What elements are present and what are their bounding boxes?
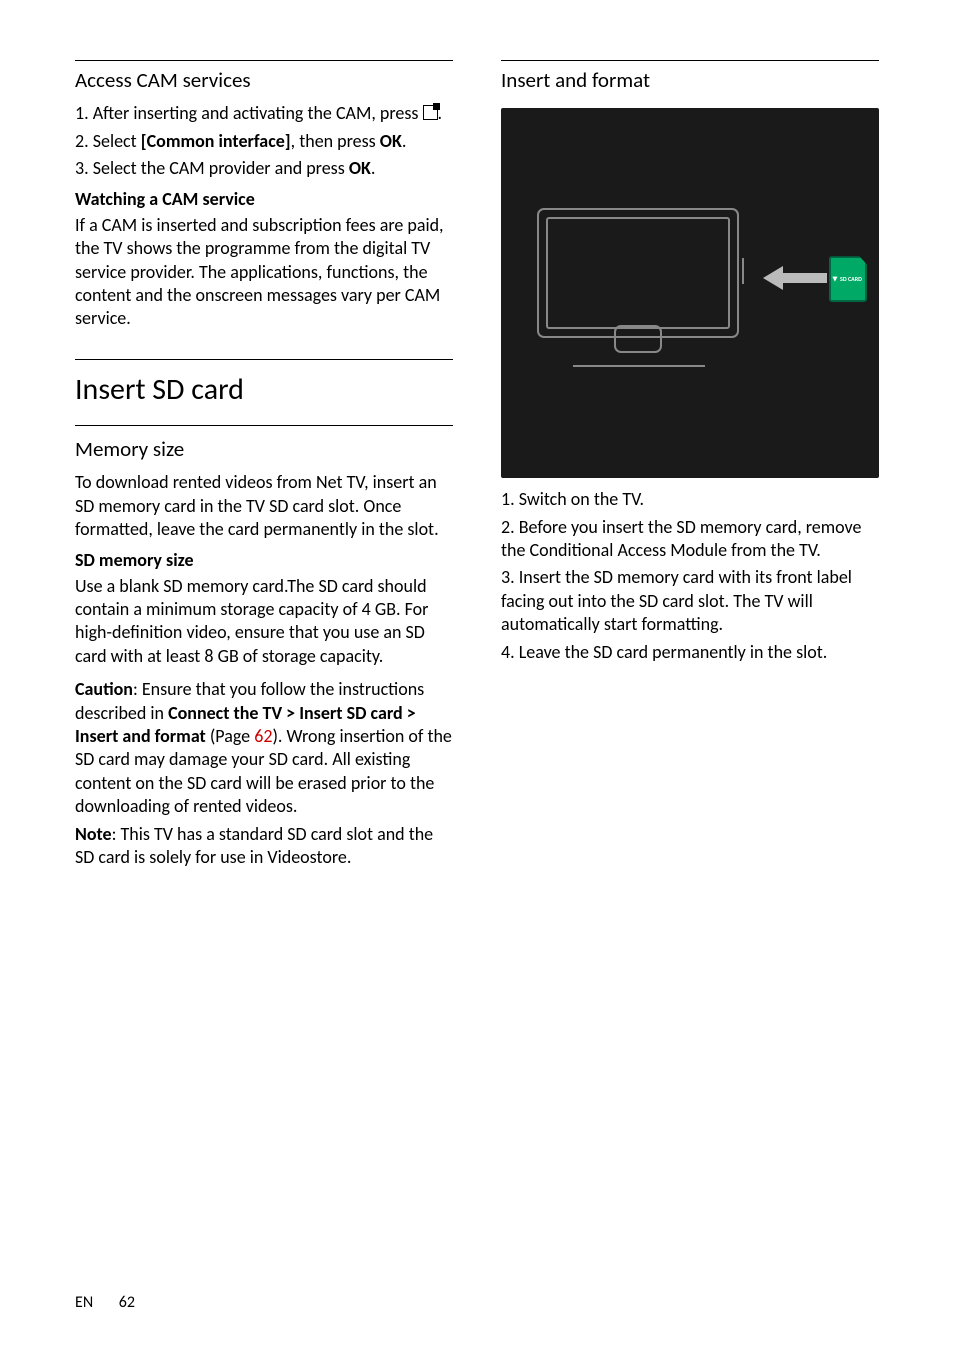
two-column-layout: Access CAM services 1. After inserting a… — [75, 60, 879, 873]
caution-paragraph: Caution: Ensure that you follow the inst… — [75, 678, 453, 818]
left-column: Access CAM services 1. After inserting a… — [75, 60, 453, 873]
step-text: 2. Before you insert the SD memory card,… — [501, 516, 879, 563]
manual-page: Access CAM services 1. After inserting a… — [0, 0, 954, 1354]
step-text: 3. Insert the SD memory card with its fr… — [501, 566, 879, 636]
text: . — [402, 130, 407, 152]
body-text: If a CAM is inserted and subscription fe… — [75, 214, 453, 331]
tv-icon — [537, 208, 759, 373]
body-text: To download rented videos from Net TV, i… — [75, 471, 453, 541]
footer-page-number: 62 — [119, 1293, 135, 1312]
button-label: OK — [349, 157, 371, 179]
text: 3. Select the CAM provider and press — [75, 157, 349, 179]
text: : This TV has a standard SD card slot an… — [75, 823, 433, 868]
page-reference-link[interactable]: 62 — [254, 725, 272, 747]
heading-insert-format: Insert and format — [501, 67, 879, 94]
text: 2. Select — [75, 130, 141, 152]
arrow-left-icon — [763, 264, 827, 292]
sd-card-icon: ◀ SD CARD — [829, 256, 867, 302]
sd-card-illustration: ◀ SD CARD — [501, 108, 879, 478]
step-text: 1. Switch on the TV. — [501, 488, 879, 511]
text: 1. After inserting and activating the CA… — [75, 102, 423, 124]
step-text: 4. Leave the SD card permanently in the … — [501, 641, 879, 664]
heading-memory-size: Memory size — [75, 436, 453, 463]
text: . — [371, 157, 376, 179]
step-text: 2. Select [Common interface], then press… — [75, 130, 453, 153]
divider — [501, 60, 879, 61]
sd-card-label: SD CARD — [840, 275, 862, 283]
divider — [75, 425, 453, 426]
step-text: 3. Select the CAM provider and press OK. — [75, 157, 453, 180]
note-label: Note — [75, 823, 112, 845]
footer-language: EN — [75, 1293, 93, 1312]
heading-access-cam: Access CAM services — [75, 67, 453, 94]
text: (Page — [206, 725, 254, 747]
divider — [75, 60, 453, 61]
heading-insert-sd: Insert SD card — [75, 370, 453, 409]
right-column: Insert and format ◀ SD CARD — [501, 60, 879, 873]
step-text: 1. After inserting and activating the CA… — [75, 102, 453, 125]
subheading-watching: Watching a CAM service — [75, 188, 453, 211]
body-text: Use a blank SD memory card.The SD card s… — [75, 575, 453, 669]
caution-label: Caution — [75, 678, 133, 700]
divider — [75, 359, 453, 360]
note-paragraph: Note: This TV has a standard SD card slo… — [75, 823, 453, 870]
text: , then press — [291, 130, 380, 152]
subheading-sd-size: SD memory size — [75, 549, 453, 572]
menu-option: [Common interface] — [141, 130, 291, 152]
options-button-icon — [423, 105, 438, 120]
page-footer: EN 62 — [75, 1293, 135, 1314]
button-label: OK — [380, 130, 402, 152]
